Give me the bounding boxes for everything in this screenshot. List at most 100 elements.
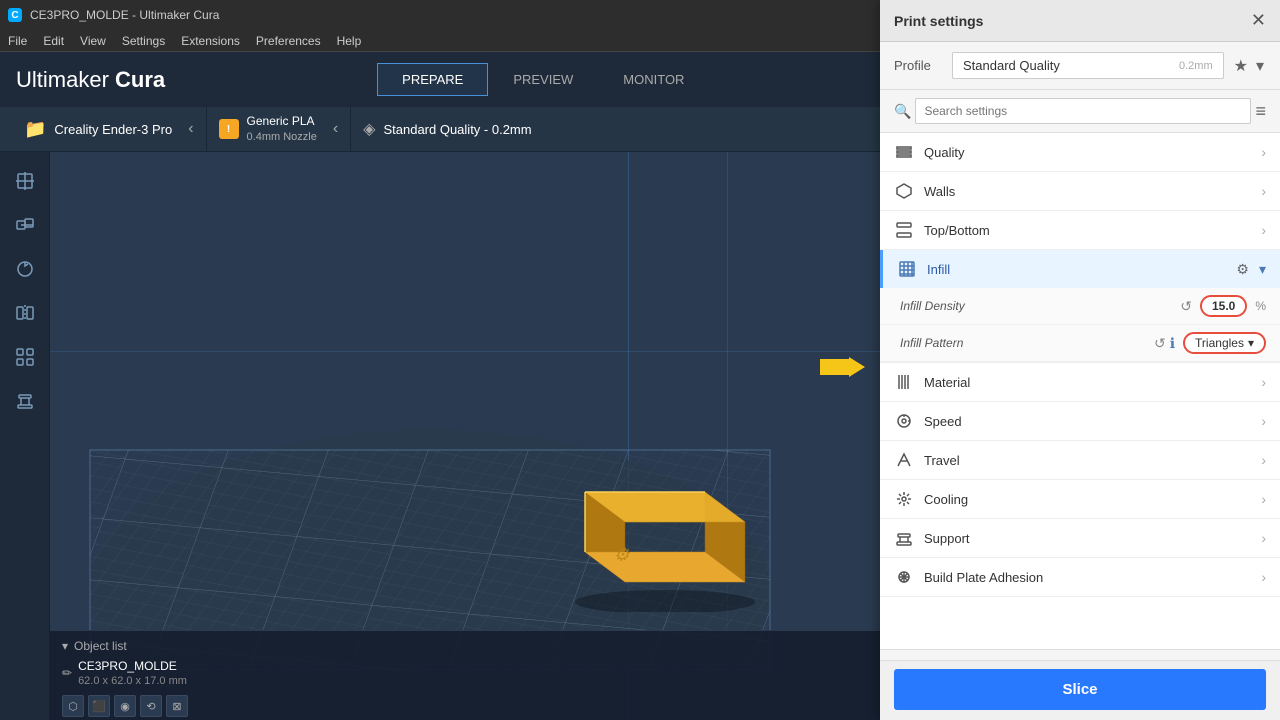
material-label: Material: [924, 375, 1251, 390]
search-icon: 🔍: [894, 103, 911, 120]
menu-help[interactable]: Help: [337, 34, 362, 48]
speed-icon: [894, 411, 914, 431]
profile-dropdown-btn[interactable]: ▾: [1254, 54, 1266, 78]
travel-icon: [894, 450, 914, 470]
logo-bold: Cura: [115, 67, 165, 92]
infill-expand-arrow: ▾: [1259, 261, 1266, 278]
infill-pattern-row: Infill Pattern ↺ ℹ Triangles ▾: [880, 325, 1280, 362]
settings-menu-btn[interactable]: ≡: [1255, 101, 1266, 122]
slice-button[interactable]: Slice: [894, 669, 1266, 710]
quality-icon: ◈: [363, 119, 375, 139]
infill-label: Infill: [927, 262, 1226, 277]
sidebar-icon-group[interactable]: [8, 340, 42, 374]
infill-pattern-select[interactable]: Triangles ▾: [1183, 332, 1266, 354]
obj-action-5[interactable]: ⊠: [166, 695, 188, 717]
tab-prepare[interactable]: PREPARE: [377, 63, 488, 96]
printer-arrow[interactable]: ‹: [188, 120, 193, 138]
tab-monitor[interactable]: MONITOR: [598, 63, 709, 96]
infill-pattern-label: Infill Pattern: [900, 336, 1146, 350]
obj-action-2[interactable]: ⬛: [88, 695, 110, 717]
obj-action-3[interactable]: ◉: [114, 695, 136, 717]
menu-settings[interactable]: Settings: [122, 34, 165, 48]
infill-density-value[interactable]: 15.0: [1200, 295, 1247, 317]
cooling-icon: [894, 489, 914, 509]
material-sub: 0.4mm Nozzle: [247, 130, 317, 145]
ps-profile-actions: ★ ▾: [1232, 54, 1266, 78]
object-dims: 62.0 x 62.0 x 17.0 mm: [78, 675, 187, 687]
topbottom-icon: [894, 220, 914, 240]
quality-icon: [894, 142, 914, 162]
quality-label: Quality: [924, 145, 1251, 160]
category-travel[interactable]: Travel ›: [880, 441, 1280, 480]
menu-view[interactable]: View: [80, 34, 106, 48]
profile-label: Profile: [894, 58, 944, 73]
category-topbottom[interactable]: Top/Bottom ›: [880, 211, 1280, 250]
infill-header[interactable]: Infill ⚙ ▾: [880, 250, 1280, 288]
printer-folder-icon: 📁: [24, 119, 46, 140]
cooling-label: Cooling: [924, 492, 1251, 507]
category-walls[interactable]: Walls ›: [880, 172, 1280, 211]
ps-title: Print settings: [894, 13, 983, 29]
edit-icon-small: ✏: [62, 666, 72, 680]
buildplate-icon: [894, 567, 914, 587]
sidebar-icon-rotate[interactable]: [8, 252, 42, 286]
3d-model[interactable]: ⚙: [555, 472, 775, 615]
sidebar-icon-support[interactable]: [8, 384, 42, 418]
infill-gear-icon[interactable]: ⚙: [1236, 261, 1249, 278]
infill-pattern-info[interactable]: ℹ: [1170, 335, 1175, 352]
profile-value: Standard Quality: [963, 58, 1060, 73]
ps-categories: Quality › Walls ›: [880, 133, 1280, 649]
window-title: CE3PRO_MOLDE - Ultimaker Cura: [30, 8, 219, 22]
material-section: ! Generic PLA 0.4mm Nozzle ‹: [207, 107, 352, 151]
obj-action-4[interactable]: ⟲: [140, 695, 162, 717]
quality-text: Standard Quality - 0.2mm: [383, 122, 531, 137]
category-support[interactable]: Support ›: [880, 519, 1280, 558]
search-input[interactable]: [915, 98, 1251, 124]
infill-density-reset[interactable]: ↺: [1180, 298, 1192, 315]
printer-name: Creality Ender-3 Pro: [54, 122, 172, 137]
profile-favorite-btn[interactable]: ★: [1232, 54, 1250, 78]
infill-density-actions: ↺: [1180, 298, 1192, 315]
material-name: Generic PLA: [247, 113, 317, 130]
infill-density-unit: %: [1255, 299, 1266, 313]
infill-density-label: Infill Density: [900, 299, 1172, 313]
menu-preferences[interactable]: Preferences: [256, 34, 321, 48]
walls-label: Walls: [924, 184, 1251, 199]
buildplate-arrow: ›: [1261, 569, 1266, 585]
infill-cat-icon: [897, 259, 917, 279]
support-label: Support: [924, 531, 1251, 546]
menu-file[interactable]: File: [8, 34, 27, 48]
material-info: Generic PLA 0.4mm Nozzle: [247, 113, 317, 145]
profile-select[interactable]: Standard Quality 0.2mm: [952, 52, 1224, 79]
sidebar-icon-move[interactable]: [8, 164, 42, 198]
profile-sub: 0.2mm: [1179, 60, 1213, 72]
category-material[interactable]: Material ›: [880, 363, 1280, 402]
material-badge: !: [219, 119, 239, 139]
material-arrow[interactable]: ‹: [333, 120, 338, 138]
category-cooling[interactable]: Cooling ›: [880, 480, 1280, 519]
ps-profile-row: Profile Standard Quality 0.2mm ★ ▾: [880, 42, 1280, 90]
slice-area: Slice: [880, 660, 1280, 720]
category-quality[interactable]: Quality ›: [880, 133, 1280, 172]
tab-preview[interactable]: PREVIEW: [488, 63, 598, 96]
object-name: CE3PRO_MOLDE: [78, 659, 187, 673]
ps-close-button[interactable]: ✕: [1251, 10, 1266, 31]
walls-arrow: ›: [1261, 183, 1266, 199]
menu-edit[interactable]: Edit: [43, 34, 64, 48]
quality-arrow: ›: [1261, 144, 1266, 160]
category-buildplate[interactable]: Build Plate Adhesion ›: [880, 558, 1280, 597]
infill-pattern-value: Triangles: [1195, 336, 1244, 350]
material-cat-icon: [894, 372, 914, 392]
sidebar-icon-scale[interactable]: [8, 208, 42, 242]
print-settings-panel: Print settings ✕ Profile Standard Qualit…: [880, 0, 1280, 720]
menu-extensions[interactable]: Extensions: [181, 34, 240, 48]
sidebar-icon-mirror[interactable]: [8, 296, 42, 330]
chevron-down-icon: ▾: [62, 639, 68, 653]
obj-action-1[interactable]: ⬡: [62, 695, 84, 717]
walls-icon: [894, 181, 914, 201]
infill-pattern-reset[interactable]: ↺: [1154, 335, 1166, 352]
support-icon: [894, 528, 914, 548]
material-arrow-right: ›: [1261, 374, 1266, 390]
travel-arrow: ›: [1261, 452, 1266, 468]
category-speed[interactable]: Speed ›: [880, 402, 1280, 441]
